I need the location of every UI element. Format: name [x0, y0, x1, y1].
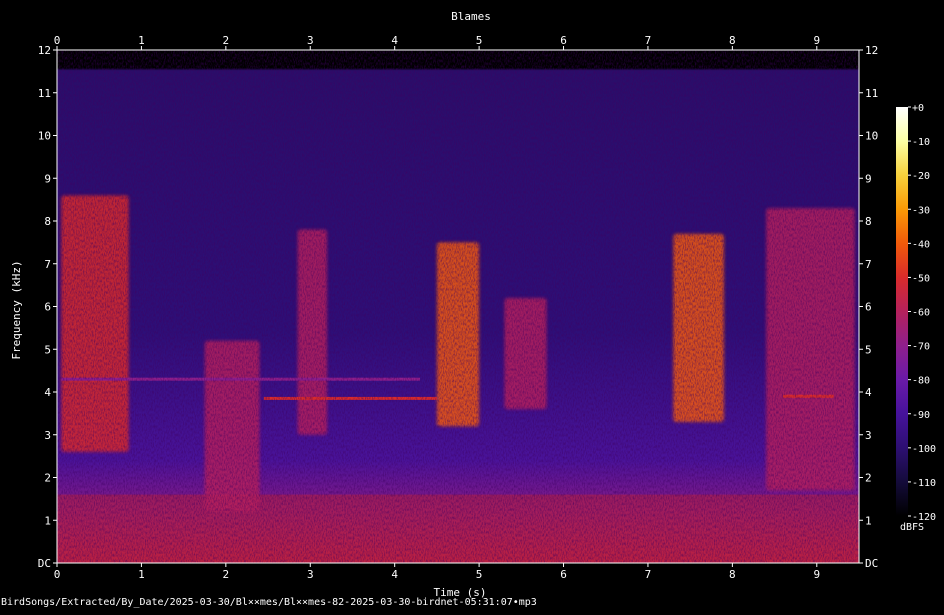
x-tick-label: 8 — [729, 568, 736, 581]
y-axis-right: DC123456789101112 — [859, 44, 878, 570]
x-tick-label: 3 — [307, 568, 314, 581]
colorbar-tick-label: -110 — [912, 478, 936, 489]
chart-title: Blames — [451, 10, 491, 23]
x-tick-label: 8 — [729, 34, 736, 47]
x-tick-label: 3 — [307, 34, 314, 47]
x-tick-label: 7 — [645, 34, 652, 47]
x-tick-label: 2 — [223, 34, 230, 47]
y-tick-label: 12 — [38, 44, 51, 57]
colorbar-tick-label: -70 — [912, 342, 930, 353]
y-tick-label: 11 — [865, 87, 878, 100]
x-tick-label: 5 — [476, 34, 483, 47]
x-tick-label: 4 — [391, 34, 398, 47]
y-tick-label: 7 — [865, 258, 872, 271]
y-tick-label: 5 — [44, 343, 51, 356]
x-tick-label: 1 — [138, 568, 145, 581]
file-path: BirdSongs/Extracted/By_Date/2025-03-30/B… — [1, 597, 537, 608]
y-tick-label: 10 — [38, 130, 51, 143]
y-tick-label: 11 — [38, 87, 51, 100]
colorbar-tick-label: -20 — [912, 171, 930, 182]
x-axis-bottom: 0 1 2 3 4 5 6 7 8 9 — [54, 563, 820, 581]
colorbar-ticks: +0-10-20-30-40-50-60-70-80-90-100-110-12… — [908, 103, 936, 523]
x-tick-label: 4 — [391, 568, 398, 581]
x-tick-label: 6 — [560, 568, 567, 581]
y-tick-label: 10 — [865, 130, 878, 143]
y-axis-left: DC123456789101112 — [38, 44, 57, 570]
y-tick-label: 2 — [865, 472, 872, 485]
y-tick-label: 9 — [865, 172, 872, 185]
x-tick-label: 6 — [560, 34, 567, 47]
x-tick-label: 1 — [138, 34, 145, 47]
colorbar-tick-label: +0 — [912, 103, 924, 114]
y-tick-label: DC — [38, 557, 51, 570]
colorbar-tick-label: -10 — [912, 137, 930, 148]
colorbar-label: dBFS — [900, 522, 924, 533]
y-tick-label: 1 — [44, 514, 51, 527]
y-tick-label: DC — [865, 557, 878, 570]
y-tick-label: 6 — [44, 301, 51, 314]
x-tick-label: 2 — [223, 568, 230, 581]
colorbar-tick-label: -100 — [912, 444, 936, 455]
y-tick-label: 1 — [865, 514, 872, 527]
colorbar-tick-label: -50 — [912, 273, 930, 284]
plot-area — [57, 50, 859, 563]
spectrogram-view: Blames 0123456789 0123456789 DC 1 2 3 4 5 6 7 8 9… — [0, 0, 944, 611]
y-tick-label: 6 — [865, 301, 872, 314]
y-tick-label: 2 — [44, 472, 51, 485]
y-tick-label: 4 — [44, 386, 51, 399]
y-tick-label: 4 — [865, 386, 872, 399]
colorbar-tick-label: -90 — [912, 410, 930, 421]
colorbar-tick-label: -30 — [912, 205, 930, 216]
y-tick-label: 12 — [865, 44, 878, 57]
y-tick-label: 8 — [44, 215, 51, 228]
colorbar — [896, 107, 908, 516]
colorbar-tick-label: -40 — [912, 239, 930, 250]
y-tick-label: 3 — [44, 429, 51, 442]
x-tick-label: 0 — [54, 34, 61, 47]
noise-texture — [57, 50, 859, 563]
x-tick-label: 9 — [813, 34, 820, 47]
y-axis-label: Frequency (kHz) — [10, 260, 23, 359]
colorbar-tick-label: -80 — [912, 376, 930, 387]
y-tick-label: 8 — [865, 215, 872, 228]
y-tick-label: 7 — [44, 258, 51, 271]
spectrogram-chart: Blames 0123456789 0123456789 DC123456789… — [10, 10, 936, 599]
x-tick-label: 9 — [813, 568, 820, 581]
colorbar-tick-label: -60 — [912, 308, 930, 319]
x-tick-label: 0 — [54, 568, 61, 581]
x-tick-label: 7 — [645, 568, 652, 581]
x-axis-top: 0 1 2 3 4 5 6 7 8 9 — [54, 34, 820, 50]
y-tick-label: 5 — [865, 343, 872, 356]
y-tick-label: 3 — [865, 429, 872, 442]
y-tick-label: 9 — [44, 172, 51, 185]
x-tick-label: 5 — [476, 568, 483, 581]
